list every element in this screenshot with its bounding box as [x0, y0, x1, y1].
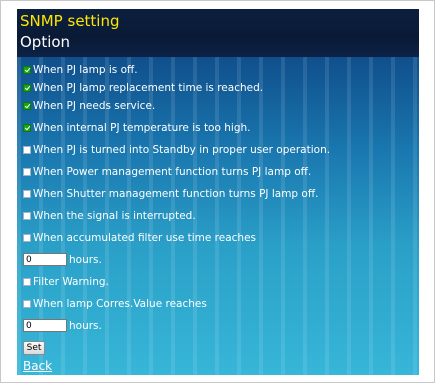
option-label: When accumulated filter use time reaches	[33, 231, 257, 244]
option-row-temperature[interactable]: When internal PJ temperature is too high…	[23, 119, 250, 136]
option-label: Filter Warning.	[33, 275, 109, 288]
page-title: SNMP setting	[20, 12, 120, 30]
section-title: Option	[20, 33, 71, 51]
option-row-filter-warning[interactable]: Filter Warning.	[23, 273, 109, 290]
option-label: When PJ lamp is off.	[33, 63, 138, 76]
checkbox-filter-warning[interactable]	[23, 277, 31, 286]
option-label: When the signal is interrupted.	[33, 209, 196, 222]
checkbox-lamp-corres[interactable]	[23, 299, 31, 308]
option-label: When Shutter management function turns P…	[33, 187, 319, 200]
option-row-filter-time[interactable]: When accumulated filter use time reaches	[23, 229, 256, 246]
filter-hours-unit: hours.	[69, 253, 102, 266]
option-label: When internal PJ temperature is too high…	[33, 121, 251, 134]
checkbox-power-management[interactable]	[23, 167, 31, 176]
filter-hours-row: hours.	[23, 251, 102, 268]
option-row-signal-interrupted[interactable]: When the signal is interrupted.	[23, 207, 196, 224]
checkbox-lamp-off[interactable]	[23, 65, 31, 74]
option-row-lamp-replacement[interactable]: When PJ lamp replacement time is reached…	[23, 79, 263, 96]
back-link[interactable]: Back	[23, 359, 52, 373]
option-row-lamp-corres[interactable]: When lamp Corres.Value reaches	[23, 295, 207, 312]
checkbox-shutter-management[interactable]	[23, 189, 31, 198]
option-label: When PJ needs service.	[33, 99, 156, 112]
option-row-power-management[interactable]: When Power management function turns PJ …	[23, 163, 311, 180]
checkbox-filter-time[interactable]	[23, 233, 31, 242]
option-label: When PJ is turned into Standby in proper…	[33, 143, 331, 156]
checkbox-standby[interactable]	[23, 145, 31, 154]
checkbox-needs-service[interactable]	[23, 101, 31, 110]
options-panel: When PJ lamp is off. When PJ lamp replac…	[17, 57, 419, 375]
option-row-lamp-off[interactable]: When PJ lamp is off.	[23, 61, 138, 78]
header-bar: SNMP setting Option	[17, 9, 419, 57]
lamp-hours-row: hours.	[23, 317, 102, 334]
checkbox-signal-interrupted[interactable]	[23, 211, 31, 220]
option-label: When Power management function turns PJ …	[33, 165, 312, 178]
lamp-hours-unit: hours.	[69, 319, 102, 332]
option-row-standby[interactable]: When PJ is turned into Standby in proper…	[23, 141, 330, 158]
set-button[interactable]: Set	[23, 341, 45, 355]
lamp-hours-input[interactable]	[23, 319, 67, 332]
page-frame: SNMP setting Option When PJ lamp is off.…	[0, 0, 435, 383]
checkbox-temperature[interactable]	[23, 123, 31, 132]
option-label: When PJ lamp replacement time is reached…	[33, 81, 264, 94]
checkbox-lamp-replacement[interactable]	[23, 83, 31, 92]
option-row-shutter-management[interactable]: When Shutter management function turns P…	[23, 185, 318, 202]
option-label: When lamp Corres.Value reaches	[33, 297, 207, 310]
filter-hours-input[interactable]	[23, 253, 67, 266]
option-row-needs-service[interactable]: When PJ needs service.	[23, 97, 155, 114]
